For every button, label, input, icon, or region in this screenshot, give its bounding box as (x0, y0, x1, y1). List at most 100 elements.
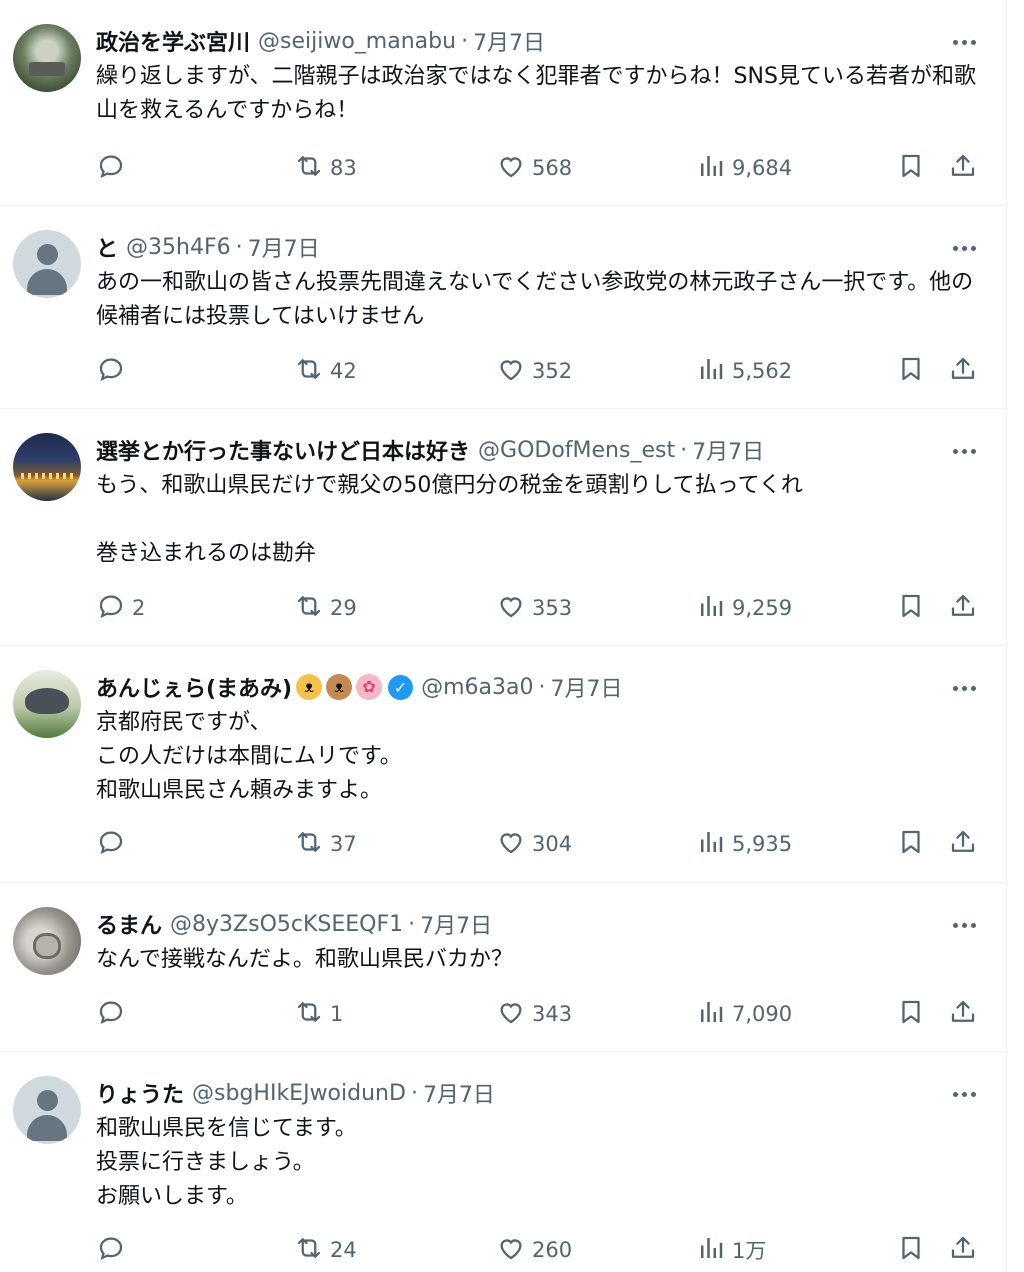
like-button[interactable]: 304 (496, 828, 572, 860)
retweet-icon (294, 1233, 324, 1268)
retweet-icon (294, 151, 324, 186)
like-button[interactable]: 568 (496, 152, 572, 184)
timestamp[interactable]: 7月7日 (423, 1077, 495, 1109)
display-name[interactable]: 選挙とか行った事ないけど日本は好き (96, 434, 470, 466)
reply-button[interactable] (96, 355, 132, 387)
timestamp[interactable]: 7月7日 (692, 434, 764, 466)
retweet-button[interactable]: 83 (294, 152, 357, 184)
like-count: 352 (532, 359, 573, 383)
share-button[interactable] (948, 1234, 978, 1266)
timestamp[interactable]: 7月7日 (551, 671, 623, 703)
views-button[interactable]: 5,935 (696, 828, 792, 860)
user-handle[interactable]: @seijiwo_manabu (258, 29, 456, 54)
bar-chart-icon (696, 997, 726, 1032)
like-button[interactable]: 260 (496, 1234, 572, 1266)
retweet-count: 37 (330, 832, 357, 856)
more-options-icon[interactable] (948, 1082, 980, 1106)
tweet[interactable]: りょうた @sbgHIkEJwoidunD · 7月7日 和歌山県民を信じてます… (0, 1052, 1007, 1272)
share-button[interactable] (948, 828, 978, 860)
bookmark-button[interactable] (896, 355, 926, 387)
retweet-count: 83 (330, 156, 357, 180)
tweet[interactable]: あんじぇら(まあみ) ᴥ ᴥ ✿ ✓ @m6a3a0 · 7月7日 京都府民ですが、こ… (0, 646, 1007, 883)
retweet-button[interactable]: 42 (294, 355, 357, 387)
tweet[interactable]: るまん @8y3ZsO5cKSEEQF1 · 7月7日 なんで接戦なんだよ。和歌… (0, 883, 1007, 1052)
avatar[interactable] (13, 433, 81, 501)
avatar[interactable] (13, 1076, 81, 1144)
heart-icon (496, 1233, 526, 1268)
display-name[interactable]: あんじぇら(まあみ) (96, 671, 292, 703)
timeline-feed: 政治を学ぶ宮川 @seijiwo_manabu · 7月7日 繰り返しますが、二… (0, 0, 1007, 1272)
views-button[interactable]: 9,684 (696, 152, 792, 184)
cherry-blossom-icon: ✿ (356, 674, 383, 700)
user-handle[interactable]: @35h4F6 (126, 235, 231, 260)
display-name[interactable]: るまん (96, 908, 162, 940)
share-button[interactable] (948, 152, 978, 184)
reply-button[interactable]: 2 (96, 592, 145, 624)
avatar[interactable] (13, 24, 81, 92)
user-handle[interactable]: @8y3ZsO5cKSEEQF1 (170, 912, 403, 937)
user-handle[interactable]: @sbgHIkEJwoidunD (192, 1081, 406, 1106)
avatar[interactable] (13, 670, 81, 738)
share-icon (948, 354, 978, 389)
tweet-text-line: 投票に行きましょう。 (96, 1150, 315, 1175)
views-count: 7,090 (732, 1002, 793, 1026)
bookmark-button[interactable] (896, 998, 926, 1030)
separator: · (235, 234, 243, 260)
display-name[interactable]: りょうた (96, 1077, 184, 1109)
like-count: 260 (532, 1238, 573, 1262)
share-button[interactable] (948, 592, 978, 624)
retweet-button[interactable]: 24 (294, 1234, 357, 1266)
tweet[interactable]: と @35h4F6 · 7月7日 あの一和歌山の皆さん投票先間違えないでください… (0, 206, 1007, 409)
like-button[interactable]: 353 (496, 592, 572, 624)
timestamp[interactable]: 7月7日 (420, 908, 492, 940)
tweet-text-line: 京都府民ですが、 (96, 710, 272, 735)
like-button[interactable]: 352 (496, 355, 572, 387)
reply-button[interactable] (96, 828, 132, 860)
tweet-text-line: 巻き込まれるのは勘弁 (96, 541, 317, 566)
user-handle[interactable]: @GODofMens_est (478, 438, 675, 463)
retweet-button[interactable]: 37 (294, 828, 357, 860)
share-icon (948, 151, 978, 186)
more-options-icon[interactable] (948, 913, 980, 937)
retweet-icon (294, 354, 324, 389)
timestamp[interactable]: 7月7日 (248, 231, 320, 263)
more-options-icon[interactable] (948, 236, 980, 260)
avatar[interactable] (13, 907, 81, 975)
more-options-icon[interactable] (948, 676, 980, 700)
bookmark-button[interactable] (896, 1234, 926, 1266)
separator: · (538, 674, 546, 700)
separator: · (408, 911, 416, 937)
display-name[interactable]: 政治を学ぶ宮川 (96, 25, 250, 57)
reply-button[interactable] (96, 152, 132, 184)
views-button[interactable]: 9,259 (696, 592, 792, 624)
bookmark-button[interactable] (896, 828, 926, 860)
tweet[interactable]: 選挙とか行った事ないけど日本は好き @GODofMens_est · 7月7日 … (0, 409, 1007, 646)
views-button[interactable]: 5,562 (696, 355, 792, 387)
heart-icon (496, 827, 526, 862)
avatar[interactable] (13, 230, 81, 298)
retweet-button[interactable]: 29 (294, 592, 357, 624)
share-button[interactable] (948, 998, 978, 1030)
tweet-text: 繰り返しますが、二階親子は政治家ではなく犯罪者ですからね！SNS見ている若者が和… (96, 60, 976, 128)
tweet-header: 選挙とか行った事ないけど日本は好き @GODofMens_est · 7月7日 (96, 434, 764, 466)
like-button[interactable]: 343 (496, 998, 572, 1030)
retweet-button[interactable]: 1 (294, 998, 343, 1030)
tweet-header: るまん @8y3ZsO5cKSEEQF1 · 7月7日 (96, 908, 492, 940)
more-options-icon[interactable] (948, 439, 980, 463)
tweet-actions: 42 352 5,562 (96, 355, 976, 387)
tweet[interactable]: 政治を学ぶ宮川 @seijiwo_manabu · 7月7日 繰り返しますが、二… (0, 0, 1007, 206)
reply-button[interactable] (96, 1234, 132, 1266)
bookmark-button[interactable] (896, 592, 926, 624)
views-button[interactable]: 7,090 (696, 998, 792, 1030)
display-name[interactable]: と (96, 231, 118, 263)
share-button[interactable] (948, 355, 978, 387)
views-count: 5,562 (732, 359, 793, 383)
user-handle[interactable]: @m6a3a0 (421, 675, 533, 700)
views-button[interactable]: 1万 (696, 1234, 766, 1266)
bookmark-button[interactable] (896, 152, 926, 184)
more-options-icon[interactable] (948, 30, 980, 54)
bookmark-icon (896, 997, 926, 1032)
share-icon (948, 827, 978, 862)
reply-button[interactable] (96, 998, 132, 1030)
timestamp[interactable]: 7月7日 (473, 25, 545, 57)
